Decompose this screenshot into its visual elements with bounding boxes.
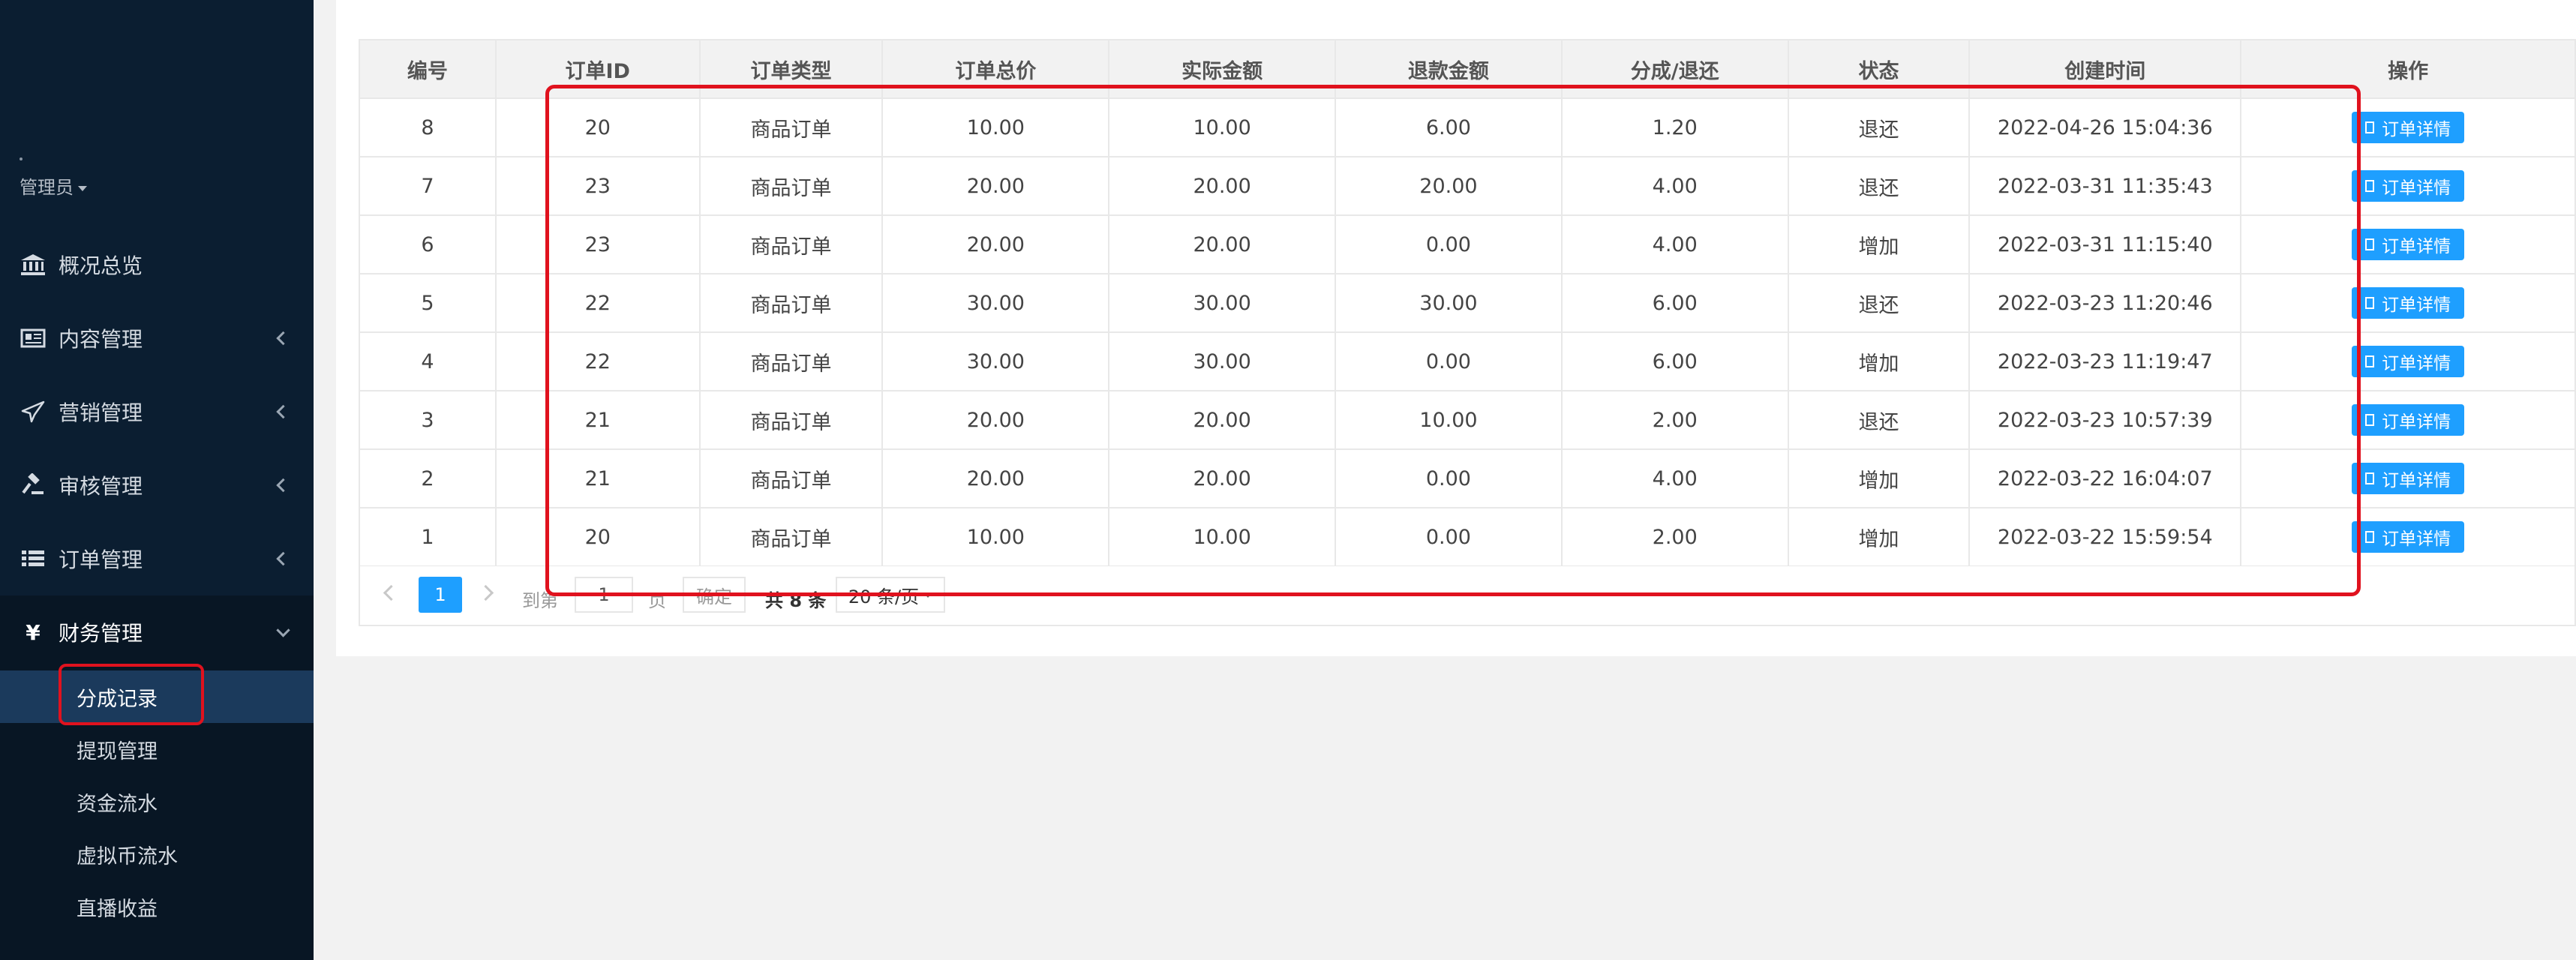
order-detail-label: 订单详情: [2382, 178, 2451, 198]
table-cell: 6: [359, 214, 497, 274]
sidebar-item-marketing[interactable]: 营销管理: [0, 375, 314, 448]
document-icon: [2365, 414, 2375, 426]
gavel-icon: [20, 472, 47, 499]
sidebar-subitem-live-income[interactable]: 直播收益: [0, 880, 314, 933]
order-detail-label: 订单详情: [2382, 471, 2451, 490]
highlight-box: [545, 85, 2361, 596]
order-detail-label: 订单详情: [2382, 296, 2451, 315]
sidebar: 管理员 概况总览 内容管理 营销管理 审核管理 订单管理 ¥ 财务管理 分成记录…: [0, 0, 314, 960]
order-detail-button[interactable]: 订单详情: [2352, 463, 2465, 494]
order-detail-label: 订单详情: [2382, 530, 2451, 549]
list-icon: [20, 545, 47, 572]
order-detail-label: 订单详情: [2382, 237, 2451, 256]
caret-down-icon: [78, 185, 87, 191]
document-icon: [2365, 297, 2375, 309]
document-icon: [2365, 122, 2375, 134]
sidebar-subitem-withdrawals[interactable]: 提现管理: [0, 723, 314, 776]
bank-icon: [20, 251, 47, 278]
sidebar-item-label: 审核管理: [59, 474, 143, 499]
user-menu[interactable]: 管理员: [20, 172, 87, 199]
user-name: 管理员: [20, 177, 74, 198]
chevron-down-icon: [276, 623, 290, 638]
order-detail-button[interactable]: 订单详情: [2352, 170, 2465, 202]
chevron-left-icon[interactable]: [383, 584, 400, 602]
sidebar-subitem-virtual-coin-flow[interactable]: 虚拟币流水: [0, 828, 314, 880]
sidebar-item-overview[interactable]: 概况总览: [0, 228, 314, 302]
order-detail-label: 订单详情: [2382, 120, 2451, 140]
sidebar-item-orders[interactable]: 订单管理: [0, 522, 314, 596]
sidebar-item-label: 营销管理: [59, 400, 143, 425]
yen-icon: ¥: [26, 620, 41, 645]
column-header: 编号: [359, 39, 497, 99]
table-cell: 4: [359, 332, 497, 392]
avatar: [20, 158, 23, 160]
chevron-right-icon[interactable]: [477, 584, 494, 602]
chevron-left-icon: [276, 478, 290, 493]
document-icon: [2365, 531, 2375, 543]
highlight-box: [59, 664, 204, 725]
sidebar-item-label: 内容管理: [59, 327, 143, 352]
newspaper-icon: [20, 325, 47, 352]
order-detail-button[interactable]: 订单详情: [2352, 346, 2465, 377]
page-button-current[interactable]: 1: [419, 577, 462, 613]
order-detail-button[interactable]: 订单详情: [2352, 404, 2465, 436]
chevron-left-icon: [276, 551, 290, 566]
order-detail-button[interactable]: 订单详情: [2352, 112, 2465, 143]
table-cell: 5: [359, 273, 497, 333]
table-cell: 8: [359, 98, 497, 158]
chevron-left-icon: [276, 331, 290, 346]
sidebar-item-content[interactable]: 内容管理: [0, 302, 314, 375]
table-cell: 7: [359, 156, 497, 216]
document-icon: [2365, 472, 2375, 484]
order-detail-label: 订单详情: [2382, 354, 2451, 374]
document-icon: [2365, 356, 2375, 368]
sidebar-item-label: 概况总览: [59, 254, 143, 278]
order-detail-button[interactable]: 订单详情: [2352, 521, 2465, 553]
order-detail-label: 订单详情: [2382, 412, 2451, 432]
sidebar-item-label: 订单管理: [59, 548, 143, 572]
order-detail-button[interactable]: 订单详情: [2352, 229, 2465, 260]
chevron-left-icon: [276, 404, 290, 419]
table-cell: 1: [359, 507, 497, 567]
sidebar-item-label: 财务管理: [59, 621, 143, 646]
order-detail-button[interactable]: 订单详情: [2352, 287, 2465, 319]
paper-plane-icon: [20, 398, 47, 425]
sidebar-subitem-fund-flow[interactable]: 资金流水: [0, 776, 314, 828]
table-cell: 3: [359, 390, 497, 450]
table-cell: 2: [359, 448, 497, 508]
document-icon: [2365, 180, 2375, 192]
sidebar-item-review[interactable]: 审核管理: [0, 448, 314, 522]
sidebar-item-finance[interactable]: ¥ 财务管理: [0, 596, 314, 669]
document-icon: [2365, 238, 2375, 250]
